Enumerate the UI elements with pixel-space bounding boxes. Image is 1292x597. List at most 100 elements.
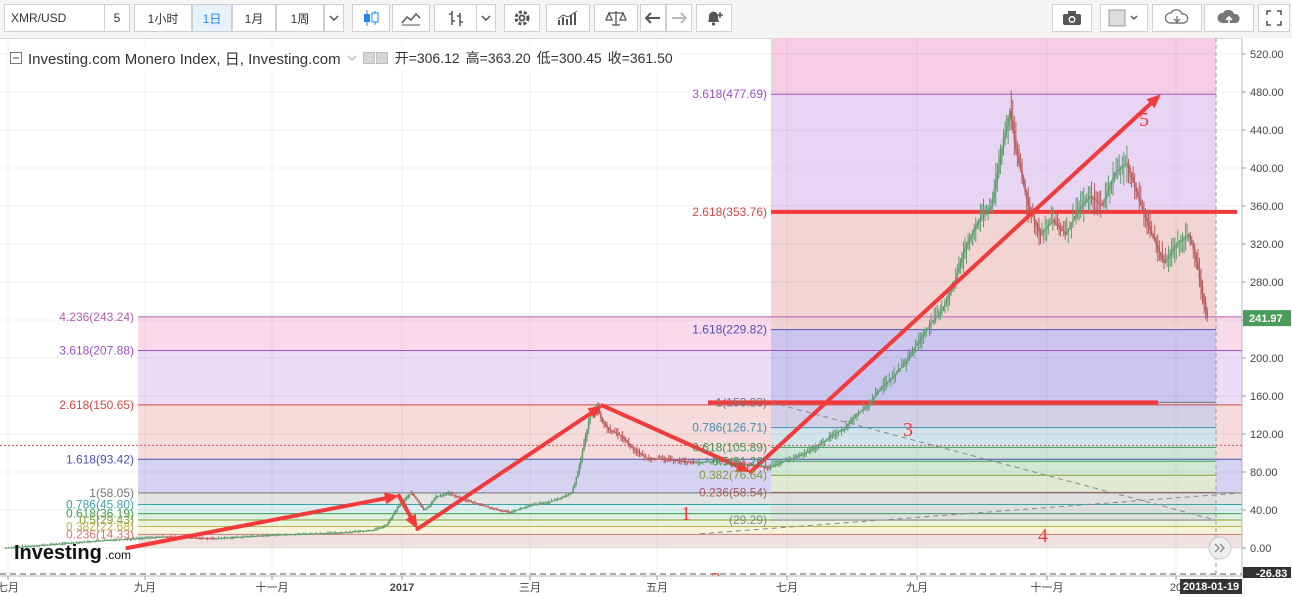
candle-body bbox=[786, 460, 789, 462]
candle-body bbox=[242, 536, 244, 538]
candle-body bbox=[822, 441, 824, 444]
timeframe-1m[interactable]: 1月 bbox=[232, 4, 276, 32]
candle-body bbox=[504, 510, 507, 512]
candle-body bbox=[970, 235, 972, 239]
candle-body bbox=[370, 530, 372, 532]
candle-body bbox=[1092, 197, 1094, 199]
screenshot-button[interactable] bbox=[1052, 4, 1092, 32]
candle-body bbox=[382, 526, 385, 528]
candle-body bbox=[547, 501, 550, 503]
alert-button[interactable] bbox=[696, 4, 732, 32]
candle-body bbox=[1144, 213, 1147, 218]
candlestick-button[interactable] bbox=[352, 4, 390, 32]
candle-body bbox=[607, 427, 610, 430]
candle-body bbox=[829, 435, 832, 438]
scroll-latest-button[interactable] bbox=[1208, 536, 1232, 560]
candle-body bbox=[556, 499, 559, 501]
candle-body bbox=[868, 403, 871, 406]
candle-body bbox=[708, 461, 710, 463]
candle-body bbox=[1055, 222, 1057, 224]
candle-body bbox=[145, 537, 147, 539]
undo-button[interactable] bbox=[640, 4, 666, 32]
candle-body bbox=[1052, 220, 1054, 223]
legend-eye-icon[interactable] bbox=[362, 52, 389, 64]
candle-body bbox=[200, 537, 203, 539]
timeframe-1h[interactable]: 1小时 bbox=[134, 4, 192, 32]
candle-body bbox=[379, 527, 382, 529]
fib-right-label: (29.29) bbox=[729, 513, 767, 527]
chevron-down-icon[interactable] bbox=[347, 55, 357, 61]
candle-body bbox=[322, 533, 325, 535]
fib-right-label: 0.618(105.89) bbox=[692, 440, 767, 454]
candle-body bbox=[998, 164, 1000, 173]
candle-body bbox=[649, 457, 652, 459]
bar-chart-button[interactable] bbox=[434, 4, 478, 32]
candle-body bbox=[654, 458, 656, 460]
save-layout-button[interactable] bbox=[1204, 4, 1254, 32]
candle-body bbox=[877, 390, 880, 393]
candle-body bbox=[1099, 203, 1102, 205]
settings-button[interactable] bbox=[504, 4, 540, 32]
load-layout-button[interactable] bbox=[1152, 4, 1202, 32]
candle-body bbox=[374, 529, 377, 531]
candle-body bbox=[1200, 278, 1202, 287]
candle-body bbox=[442, 494, 445, 496]
alert-bell-icon bbox=[708, 11, 723, 26]
candle-body bbox=[1093, 198, 1096, 201]
candle-body bbox=[157, 536, 160, 538]
candle-body bbox=[1098, 202, 1100, 204]
timeframe-dropdown[interactable] bbox=[324, 4, 344, 32]
candle-body bbox=[948, 292, 951, 297]
candle-body bbox=[1149, 226, 1151, 231]
candle-body bbox=[811, 449, 814, 451]
chart-type-dropdown[interactable] bbox=[476, 4, 496, 32]
candle-body bbox=[263, 535, 266, 537]
candle-body bbox=[1087, 198, 1090, 201]
candle-body bbox=[900, 366, 903, 369]
candle-body bbox=[1135, 187, 1137, 192]
candle-body bbox=[934, 317, 937, 320]
candle-body bbox=[385, 525, 388, 527]
candle-body bbox=[800, 454, 803, 456]
candle-body bbox=[134, 538, 136, 540]
redo-button[interactable] bbox=[666, 4, 692, 32]
timeframe-1w[interactable]: 1周 bbox=[276, 4, 324, 32]
candle-body bbox=[896, 371, 898, 374]
y-tick-label: 320.00 bbox=[1250, 239, 1284, 251]
collapse-icon[interactable] bbox=[10, 52, 22, 64]
candle-body bbox=[1158, 248, 1161, 253]
candle-body bbox=[427, 506, 429, 508]
indicators-button[interactable] bbox=[546, 4, 590, 32]
candle-body bbox=[584, 436, 587, 444]
candle-body bbox=[890, 378, 892, 380]
candle-body bbox=[782, 461, 784, 463]
bar-chart-icon bbox=[449, 11, 463, 26]
candle-body bbox=[939, 312, 942, 315]
line-chart-button[interactable] bbox=[392, 4, 430, 32]
interval-input[interactable]: 5 bbox=[104, 4, 130, 32]
price-chart[interactable]: 12345 4.236(243.24)3.618(207.88)2.618(15… bbox=[0, 38, 1292, 597]
candle-body bbox=[971, 232, 974, 236]
candle-body bbox=[361, 530, 363, 532]
candle-body bbox=[774, 464, 777, 466]
fullscreen-button[interactable] bbox=[1258, 4, 1290, 32]
candle-body bbox=[543, 502, 545, 504]
candle-body bbox=[333, 532, 335, 534]
candle-body bbox=[1152, 234, 1154, 239]
x-tick-label: 九月 bbox=[134, 581, 156, 594]
timeframe-1d[interactable]: 1日 bbox=[192, 4, 232, 32]
y-axis-panel[interactable] bbox=[1242, 38, 1292, 578]
candle-body bbox=[219, 538, 221, 540]
compare-button[interactable] bbox=[594, 4, 638, 32]
fib-right-band bbox=[771, 211, 1216, 330]
candle-body bbox=[222, 537, 224, 539]
candle-body bbox=[894, 373, 897, 376]
candle-body bbox=[317, 533, 320, 535]
candle-body bbox=[512, 510, 514, 512]
candle-body bbox=[348, 531, 351, 533]
candle-body bbox=[506, 511, 508, 513]
layout-button[interactable] bbox=[1100, 4, 1148, 32]
candle-body bbox=[539, 503, 542, 505]
candle-body bbox=[476, 503, 479, 505]
candle-body bbox=[958, 267, 960, 273]
